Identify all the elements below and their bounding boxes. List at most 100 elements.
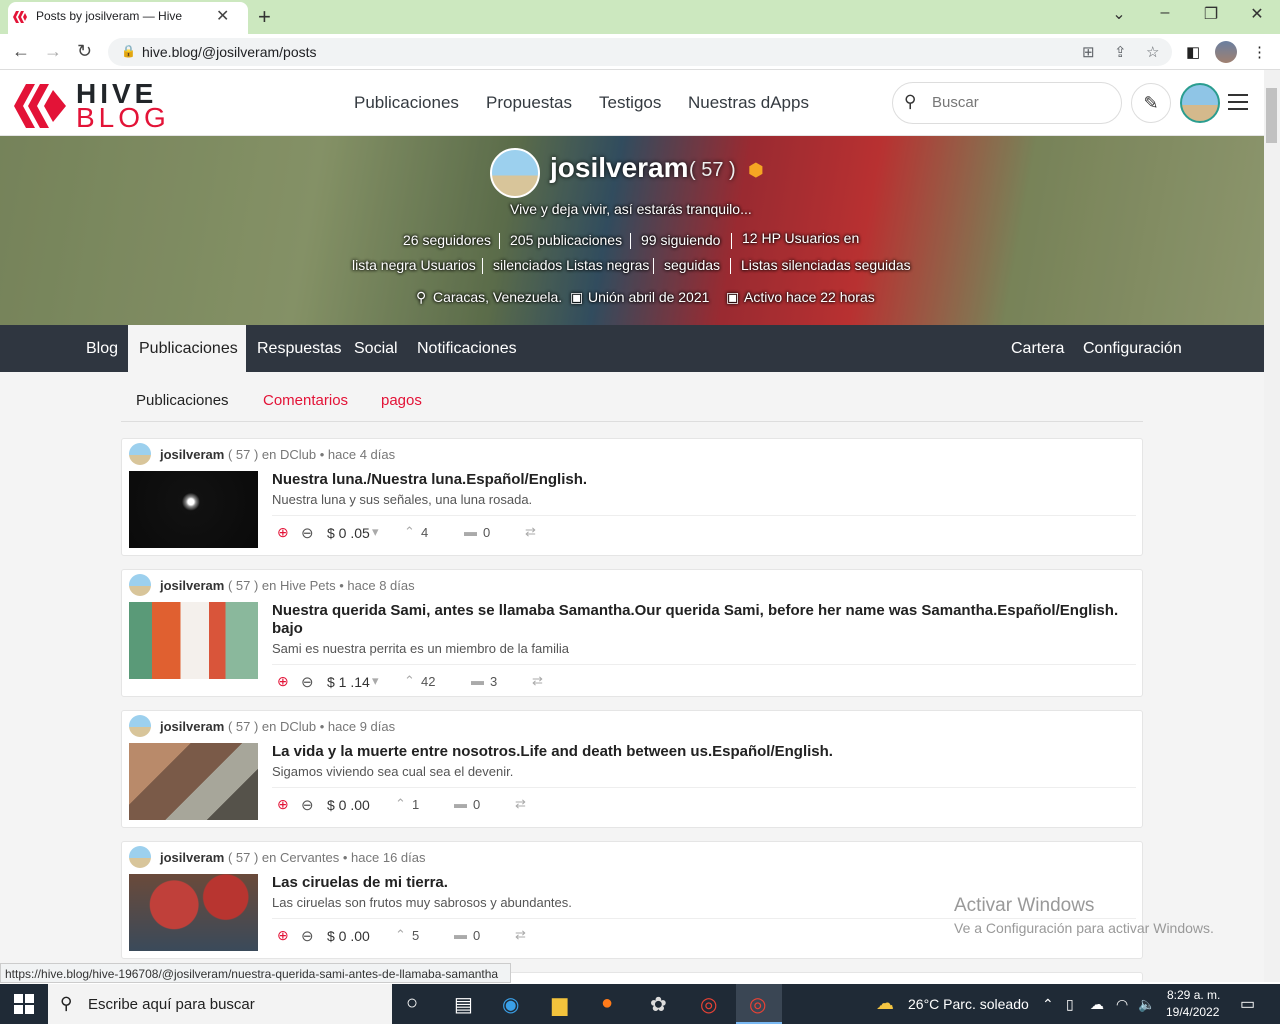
followed-blacklists-link[interactable]: seguidas: [664, 257, 720, 273]
muted-users-link[interactable]: silenciados Listas negras: [493, 257, 649, 273]
badge-hexagon-icon[interactable]: ⬢: [748, 160, 764, 181]
reblog-icon[interactable]: ⇄: [525, 524, 536, 540]
close-tab-icon[interactable]: ✕: [216, 6, 229, 26]
post-author[interactable]: josilveram: [160, 447, 224, 462]
following-link[interactable]: 99 siguiendo: [641, 232, 720, 248]
post-comments[interactable]: 3: [490, 674, 497, 689]
post-time[interactable]: hace 9 días: [328, 719, 395, 734]
payout-dropdown-icon[interactable]: ▾: [372, 673, 379, 689]
comments-icon[interactable]: ▬: [471, 673, 484, 688]
upvote-icon[interactable]: ⊕: [277, 796, 289, 813]
downvote-icon[interactable]: ⊖: [301, 927, 314, 945]
logo-text-blog[interactable]: BLOG: [76, 104, 170, 132]
author-avatar[interactable]: [129, 715, 151, 737]
post-title[interactable]: Nuestra luna./Nuestra luna.Español/Engli…: [272, 471, 1132, 489]
post-author[interactable]: josilveram: [160, 850, 224, 865]
task-view-icon[interactable]: ○: [406, 992, 418, 1015]
post-votes[interactable]: 5: [412, 928, 419, 943]
author-avatar[interactable]: [129, 846, 151, 868]
scrollbar-thumb[interactable]: [1266, 88, 1277, 143]
chrome-active-icon[interactable]: ◎: [749, 992, 766, 1017]
page-scrollbar[interactable]: [1264, 70, 1280, 982]
weather-icon[interactable]: ☁: [876, 993, 894, 1014]
reblog-icon[interactable]: ⇄: [532, 673, 543, 689]
tab-blog[interactable]: Blog: [86, 340, 118, 358]
bookmark-star-icon[interactable]: ☆: [1146, 43, 1159, 61]
nav-testigos[interactable]: Testigos: [599, 93, 661, 113]
tray-chevron-icon[interactable]: ⌃: [1042, 996, 1054, 1013]
post-votes[interactable]: 1: [412, 797, 419, 812]
post-payout[interactable]: $ 0 .00: [327, 797, 370, 813]
post-payout[interactable]: $ 0 .00: [327, 928, 370, 944]
hamburger-menu-icon[interactable]: [1228, 94, 1248, 115]
tab-notificaciones[interactable]: Notificaciones: [417, 340, 517, 358]
edge-icon[interactable]: ◉: [502, 992, 519, 1017]
windows-start-icon[interactable]: [14, 994, 34, 1014]
downvote-icon[interactable]: ⊖: [301, 673, 314, 691]
post-author[interactable]: josilveram: [160, 719, 224, 734]
user-avatar-button[interactable]: [1180, 83, 1220, 123]
profile-avatar[interactable]: [1215, 41, 1237, 63]
wifi-icon[interactable]: ◠: [1116, 996, 1128, 1013]
paint-icon[interactable]: ✿: [650, 992, 667, 1017]
post-thumbnail[interactable]: [129, 874, 258, 951]
nav-dapps[interactable]: Nuestras dApps: [688, 93, 809, 113]
chrome-icon[interactable]: ◎: [700, 992, 717, 1017]
weather-text[interactable]: 26°C Parc. soleado: [908, 996, 1029, 1012]
post-payout[interactable]: $ 0 .05: [327, 525, 370, 541]
post-community[interactable]: en DClub: [262, 719, 316, 734]
clock-time[interactable]: 8:29 a. m.: [1167, 988, 1220, 1002]
share-icon[interactable]: ⇪: [1114, 43, 1127, 61]
reblog-icon[interactable]: ⇄: [515, 796, 526, 812]
url-text[interactable]: hive.blog/@josilveram/posts: [142, 44, 317, 60]
author-avatar[interactable]: [129, 443, 151, 465]
close-window-icon[interactable]: ✕: [1234, 4, 1280, 24]
followers-link[interactable]: 26 seguidores: [403, 232, 491, 248]
post-description[interactable]: Las ciruelas son frutos muy sabrosos y a…: [272, 895, 572, 910]
notifications-icon[interactable]: ▭: [1240, 994, 1255, 1014]
comments-icon[interactable]: ▬: [454, 796, 467, 811]
nav-publicaciones[interactable]: Publicaciones: [354, 93, 459, 113]
reblog-icon[interactable]: ⇄: [515, 927, 526, 943]
hive-logo-icon[interactable]: [14, 82, 68, 130]
clock-date[interactable]: 19/4/2022: [1166, 1005, 1219, 1019]
post-author[interactable]: josilveram: [160, 578, 224, 593]
post-votes[interactable]: 4: [421, 525, 428, 540]
volume-icon[interactable]: 🔈: [1138, 996, 1155, 1013]
post-title[interactable]: La vida y la muerte entre nosotros.Life …: [272, 743, 1132, 761]
comments-icon[interactable]: ▬: [464, 524, 477, 539]
tab-cartera[interactable]: Cartera: [1011, 340, 1064, 358]
new-tab-icon[interactable]: +: [258, 4, 271, 30]
post-payout[interactable]: $ 1 .14: [327, 674, 370, 690]
upvote-icon[interactable]: ⊕: [277, 927, 289, 944]
subtab-pagos[interactable]: pagos: [381, 392, 422, 409]
device-icon[interactable]: ▯: [1066, 996, 1074, 1013]
hp-blacklist-link[interactable]: 12 HP Usuarios en: [742, 230, 859, 246]
followed-muted-link[interactable]: Listas silenciadas seguidas: [741, 257, 911, 273]
post-title[interactable]: Las ciruelas de mi tierra.: [272, 874, 1132, 892]
write-post-pencil-icon[interactable]: ✎: [1131, 83, 1171, 123]
back-icon[interactable]: ←: [12, 41, 30, 62]
sidepanel-icon[interactable]: ◧: [1186, 43, 1200, 61]
nav-propuestas[interactable]: Propuestas: [486, 93, 572, 113]
menu-dots-icon[interactable]: ⋮: [1252, 43, 1267, 61]
tab-configuracion[interactable]: Configuración: [1083, 340, 1182, 358]
lock-icon[interactable]: 🔒: [121, 44, 136, 58]
firefox-icon[interactable]: ●: [601, 992, 613, 1015]
tab-social[interactable]: Social: [354, 340, 398, 358]
downvote-icon[interactable]: ⊖: [301, 796, 314, 814]
search-input[interactable]: [892, 82, 1122, 124]
subtab-comentarios[interactable]: Comentarios: [263, 392, 348, 409]
post-thumbnail[interactable]: [129, 743, 258, 820]
tab-publicaciones[interactable]: Publicaciones: [139, 340, 238, 358]
post-time[interactable]: hace 8 días: [347, 578, 414, 593]
widgets-icon[interactable]: ▤: [454, 992, 473, 1017]
post-time[interactable]: hace 4 días: [328, 447, 395, 462]
file-explorer-icon[interactable]: ▆: [552, 992, 567, 1017]
reload-icon[interactable]: ↻: [77, 41, 92, 62]
tab-search-icon[interactable]: ⌄: [1096, 4, 1142, 24]
post-description[interactable]: Sami es nuestra perrita es un miembro de…: [272, 641, 569, 656]
restore-icon[interactable]: ❐: [1188, 4, 1234, 24]
tab-respuestas[interactable]: Respuestas: [257, 340, 342, 358]
upvote-icon[interactable]: ⊕: [277, 673, 289, 690]
